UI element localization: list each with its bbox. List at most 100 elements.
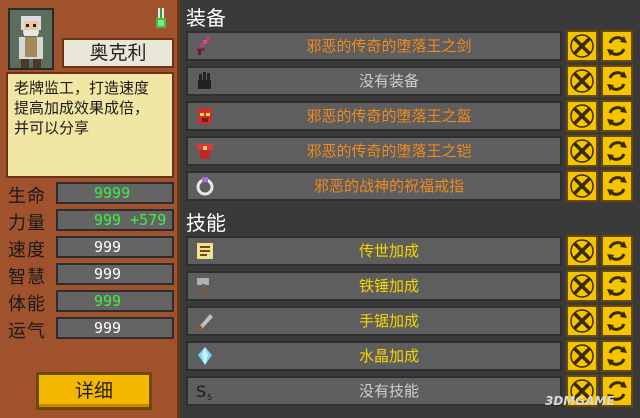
swap-button[interactable] [601, 135, 633, 167]
stat-value-box: 999 [56, 290, 174, 312]
skill-label: 铁锤加成 [358, 277, 419, 295]
stat-value-box: 9999 [56, 182, 174, 204]
close-icon [570, 34, 594, 58]
equipment-slot-armor[interactable]: 邪恶的传奇的堕落王之铠 [186, 136, 562, 166]
crystal-icon [194, 345, 216, 367]
svg-text:5: 5 [207, 393, 212, 402]
character-portrait [8, 8, 54, 70]
stat-value: 999 [94, 319, 122, 337]
swap-button[interactable] [601, 170, 633, 202]
stat-value: 999 [94, 292, 122, 310]
unequip-button[interactable] [566, 340, 598, 372]
unequip-button[interactable] [566, 100, 598, 132]
stat-value-box: 999 [56, 263, 174, 285]
stat-row-strength: 力量 999 +579 [6, 207, 176, 234]
swap-icon [607, 311, 627, 331]
description-line: 并可以分享 [14, 119, 90, 137]
stat-label: 速度 [8, 240, 46, 261]
stat-value: 999 [94, 238, 122, 256]
ring-icon [194, 175, 216, 197]
helmet-icon [194, 105, 216, 127]
stat-label: 智慧 [8, 267, 46, 288]
close-icon [570, 274, 594, 298]
stat-value: 999 [94, 211, 122, 229]
skill-label: 水晶加成 [358, 347, 419, 365]
unequip-button[interactable] [566, 30, 598, 62]
unequip-button[interactable] [566, 270, 598, 302]
stat-value: 9999 [94, 184, 131, 202]
equipment-slot-ring[interactable]: 邪恶的战神的祝福戒指 [186, 171, 562, 201]
unequip-button[interactable] [566, 305, 598, 337]
swap-button[interactable] [601, 30, 633, 62]
equipment-label: 邪恶的传奇的堕落王之盔 [306, 107, 472, 125]
equipment-slot-gloves[interactable]: 没有装备 [186, 66, 562, 96]
stat-row-stamina: 体能 999 [6, 288, 176, 315]
watermark: 3DMGAME [545, 394, 615, 408]
svg-text:S: S [196, 382, 206, 401]
equipment-label: 邪恶的战神的祝福戒指 [313, 177, 464, 195]
equipment-slot-helmet[interactable]: 邪恶的传奇的堕落王之盔 [186, 101, 562, 131]
swap-button[interactable] [601, 65, 633, 97]
swap-icon [607, 346, 627, 366]
hammer-icon [194, 275, 216, 297]
skill-slot[interactable]: 水晶加成 [186, 341, 562, 371]
stat-label: 体能 [8, 294, 46, 315]
swap-button[interactable] [601, 235, 633, 267]
close-icon [570, 344, 594, 368]
swap-button[interactable] [601, 340, 633, 372]
close-icon [570, 239, 594, 263]
sword-icon [194, 35, 216, 57]
stat-value-box: 999 +579 [56, 209, 174, 231]
skill-slot[interactable]: 铁锤加成 [186, 271, 562, 301]
equipment-label: 邪恶的传奇的堕落王之铠 [306, 142, 472, 160]
skill-slot[interactable]: 传世加成 [186, 236, 562, 266]
unequip-button[interactable] [566, 170, 598, 202]
stat-row-speed: 速度 999 [6, 234, 176, 261]
skill-label: 手锯加成 [358, 312, 419, 330]
scroll-icon [194, 240, 216, 262]
close-icon [570, 104, 594, 128]
unequip-button[interactable] [566, 135, 598, 167]
skill-slot-empty[interactable]: S5 没有技能 [186, 376, 562, 406]
saw-icon [194, 310, 216, 332]
skills-title: 技能 [186, 211, 226, 235]
swap-icon [607, 176, 627, 196]
unequip-button[interactable] [566, 65, 598, 97]
equipment-label: 邪恶的传奇的堕落王之剑 [306, 37, 472, 55]
stat-label: 运气 [8, 321, 46, 342]
equipment-title: 装备 [186, 6, 226, 30]
swap-icon [607, 106, 627, 126]
character-description: 老牌监工，打造速度 提高加成效果成倍， 并可以分享 [6, 72, 174, 178]
close-icon [570, 309, 594, 333]
detail-button[interactable]: 详细 [36, 372, 152, 410]
swap-icon [607, 241, 627, 261]
equipment-slot-weapon[interactable]: 邪恶的传奇的堕落王之剑 [186, 31, 562, 61]
equipment-label: 没有装备 [358, 72, 419, 90]
glove-icon [194, 70, 216, 92]
stat-value-box: 999 [56, 236, 174, 258]
swap-button[interactable] [601, 100, 633, 132]
swap-button[interactable] [601, 305, 633, 337]
character-name: 奥克利 [62, 38, 174, 68]
stat-value: 999 [94, 265, 122, 283]
skill-label: 传世加成 [358, 242, 419, 260]
unequip-button[interactable] [566, 235, 598, 267]
swap-icon [607, 71, 627, 91]
skill-label: 没有技能 [358, 382, 419, 400]
close-icon [570, 69, 594, 93]
stat-label: 生命 [8, 186, 46, 207]
stat-row-hp: 生命 9999 [6, 180, 176, 207]
stat-row-wisdom: 智慧 999 [6, 261, 176, 288]
close-icon [570, 174, 594, 198]
empty-skill-icon: S5 [194, 380, 216, 402]
stat-label: 力量 [8, 213, 46, 234]
stat-row-luck: 运气 999 [6, 315, 176, 342]
stat-value-box: 999 [56, 317, 174, 339]
stats-list: 生命 9999 力量 999 +579 速度 999 智慧 999 体能 999… [6, 180, 176, 342]
skill-slot[interactable]: 手锯加成 [186, 306, 562, 336]
close-icon [570, 139, 594, 163]
description-line: 老牌监工，打造速度 [14, 79, 150, 97]
swap-button[interactable] [601, 270, 633, 302]
old-man-portrait-icon [10, 10, 52, 68]
character-panel: 奥克利 老牌监工，打造速度 提高加成效果成倍， 并可以分享 生命 9999 力量… [0, 0, 180, 418]
